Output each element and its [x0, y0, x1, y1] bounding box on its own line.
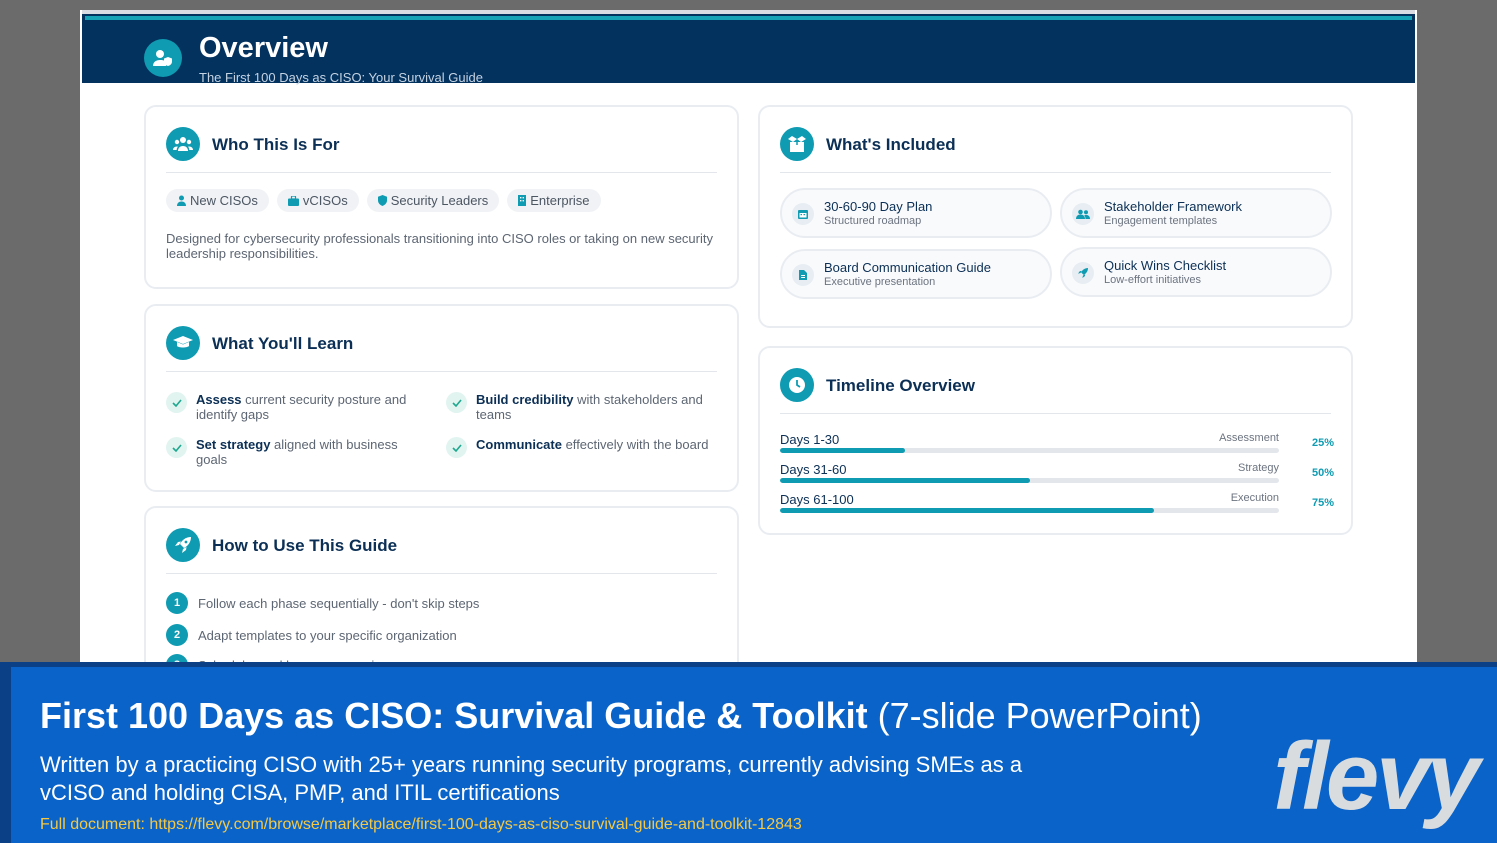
- who-description: Designed for cybersecurity professionals…: [166, 231, 713, 261]
- timeline-label: Days 1-30: [780, 432, 840, 447]
- timeline-percent: 50%: [1311, 467, 1334, 479]
- rocket-icon: [166, 528, 200, 562]
- shield-icon: [377, 195, 387, 206]
- learn-item: Set strategy aligned with business goals: [166, 437, 431, 467]
- check-icon: [166, 437, 187, 458]
- included-card-header: What's Included: [780, 127, 1331, 173]
- timeline-label: Days 61-100: [780, 492, 854, 507]
- banner-description: Written by a practicing CISO with 25+ ye…: [40, 752, 1023, 805]
- check-icon: [166, 392, 187, 413]
- users-icon: [1072, 203, 1094, 225]
- progress-fill: [780, 508, 1155, 513]
- timeline-percent: 25%: [1311, 437, 1334, 449]
- tag-new-cisos: New CISOs: [166, 189, 269, 212]
- full-document-link[interactable]: Full document: https://flevy.com/browse/…: [40, 816, 802, 834]
- rocket-icon: [1072, 262, 1094, 284]
- timeline-card-title: Timeline Overview: [826, 376, 975, 395]
- learn-card: What You'll Learn Assess current securit…: [144, 304, 739, 492]
- progress-track: [780, 448, 1279, 453]
- step-number: 1: [166, 592, 188, 614]
- timeline-card-header: Timeline Overview: [780, 368, 1331, 414]
- step-item: 1 Follow each phase sequentially - don't…: [166, 592, 479, 614]
- who-card-title: Who This Is For: [212, 135, 340, 154]
- timeline-row: Days 1-30 Assessment 25%: [780, 432, 1334, 462]
- progress-track: [780, 508, 1279, 513]
- slide-header: Overview The First 100 Days as CISO: You…: [82, 10, 1415, 85]
- included-item: Quick Wins Checklist Low-effort initiati…: [1060, 247, 1332, 297]
- flevy-logo: flevy: [1273, 723, 1480, 830]
- learn-item: Assess current security posture and iden…: [166, 392, 431, 422]
- step-item: 2 Adapt templates to your specific organ…: [166, 624, 457, 646]
- users-icon: [166, 127, 200, 161]
- banner-title: First 100 Days as CISO: Survival Guide &…: [40, 695, 1202, 736]
- user-icon: [177, 195, 186, 206]
- who-card: Who This Is For New CISOs vCISOs Securit…: [144, 105, 739, 289]
- tag-vcisos: vCISOs: [276, 189, 359, 212]
- progress-fill: [780, 448, 905, 453]
- learn-card-title: What You'll Learn: [212, 334, 354, 353]
- building-icon: [518, 195, 527, 206]
- learn-card-header: What You'll Learn: [166, 326, 717, 372]
- clock-icon: [780, 368, 814, 402]
- box-open-icon: [780, 127, 814, 161]
- progress-fill: [780, 478, 1030, 483]
- timeline-phase: Strategy: [1238, 462, 1279, 474]
- timeline-row: Days 31-60 Strategy 50%: [780, 462, 1334, 492]
- included-item: Board Communication Guide Executive pres…: [780, 249, 1052, 299]
- document-banner: First 100 Days as CISO: Survival Guide &…: [0, 662, 1497, 843]
- graduation-cap-icon: [166, 326, 200, 360]
- howto-card-title: How to Use This Guide: [212, 536, 398, 555]
- timeline-card: Timeline Overview Days 1-30 Assessment 2…: [758, 346, 1353, 535]
- step-text: Follow each phase sequentially - don't s…: [198, 595, 480, 611]
- check-icon: [446, 392, 467, 413]
- timeline-phase: Assessment: [1219, 432, 1279, 444]
- learn-item: Build credibility with stakeholders and …: [446, 392, 711, 422]
- user-shield-icon: [144, 39, 182, 77]
- howto-card: How to Use This Guide 1 Follow each phas…: [144, 506, 739, 670]
- timeline-label: Days 31-60: [780, 462, 847, 477]
- learn-item: Communicate effectively with the board: [446, 437, 711, 458]
- tag-enterprise: Enterprise: [507, 189, 601, 212]
- briefcase-icon: [287, 195, 299, 206]
- header-accent-bar: [85, 16, 1412, 20]
- timeline-row: Days 61-100 Execution 75%: [780, 492, 1334, 522]
- document-icon: [792, 264, 814, 286]
- tag-security-leaders: Security Leaders: [366, 189, 500, 212]
- step-text: Adapt templates to your specific organiz…: [198, 627, 457, 643]
- audience-tags: New CISOs vCISOs Security Leaders Enterp…: [166, 189, 601, 212]
- progress-track: [780, 478, 1279, 483]
- who-card-header: Who This Is For: [166, 127, 717, 173]
- page-title: Overview: [199, 32, 328, 64]
- slide: Overview The First 100 Days as CISO: You…: [80, 10, 1417, 670]
- included-card-title: What's Included: [826, 135, 956, 154]
- calendar-icon: [792, 203, 814, 225]
- included-item: 30-60-90 Day Plan Structured roadmap: [780, 188, 1052, 238]
- included-card: What's Included 30-60-90 Day Plan Struct…: [758, 105, 1353, 328]
- page-subtitle: The First 100 Days as CISO: Your Surviva…: [199, 70, 483, 85]
- included-item: Stakeholder Framework Engagement templat…: [1060, 188, 1332, 238]
- howto-card-header: How to Use This Guide: [166, 528, 717, 574]
- step-number: 2: [166, 624, 188, 646]
- check-icon: [446, 437, 467, 458]
- timeline-percent: 75%: [1311, 497, 1334, 509]
- timeline-phase: Execution: [1230, 492, 1279, 504]
